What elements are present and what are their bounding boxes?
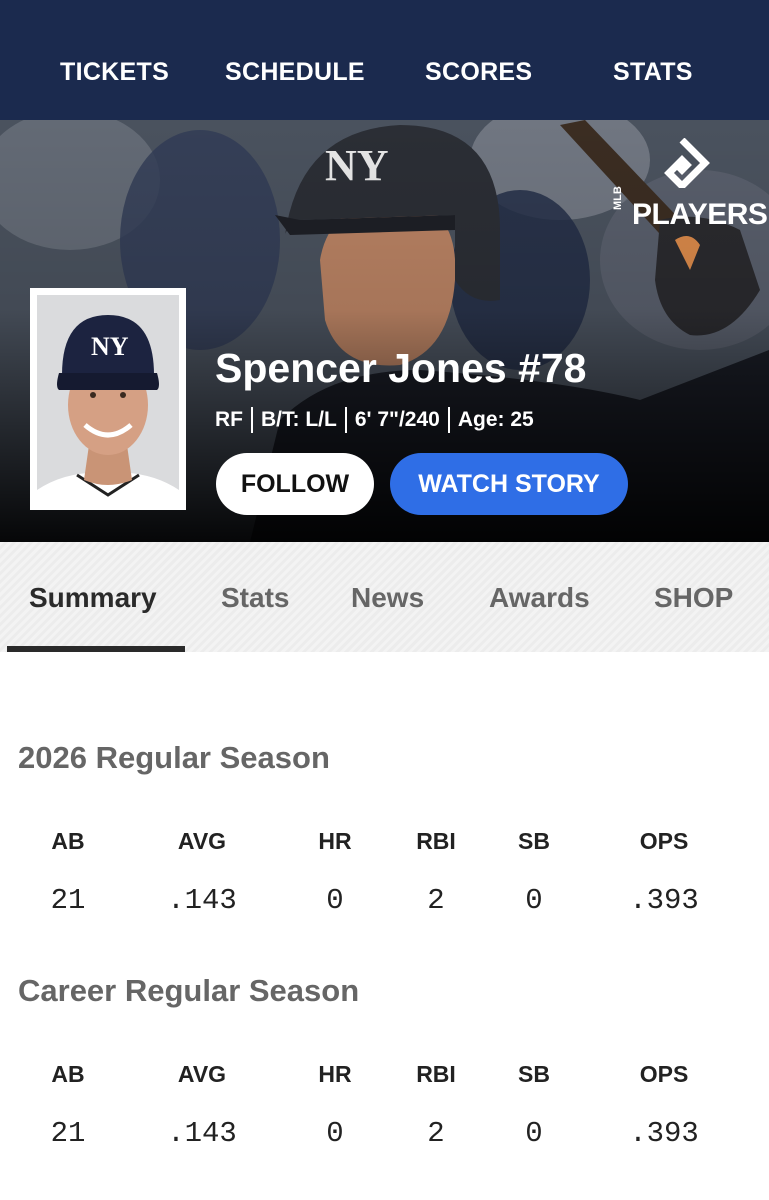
stat-header-hr: HR xyxy=(318,828,352,854)
players-logo-text: PLAYERS xyxy=(632,198,768,231)
stat-value-ab: 21 xyxy=(50,1117,86,1150)
bio-height-weight: 6' 7"/240 xyxy=(354,408,440,431)
bio-bats-throws: B/T: L/L xyxy=(261,408,337,431)
career-title: Career Regular Season xyxy=(18,973,360,1008)
stat-header-ab: AB xyxy=(51,1061,85,1087)
bio-position: RF xyxy=(215,408,243,431)
mlb-players-logo: MLB PLAYERS xyxy=(612,138,768,238)
stat-header-ab: AB xyxy=(51,828,85,854)
stat-header-sb: SB xyxy=(518,1061,550,1087)
player-headshot-image: NY xyxy=(37,295,179,503)
tab-summary[interactable]: Summary xyxy=(29,582,157,614)
stat-value-ab: 21 xyxy=(50,884,86,917)
player-bio-row: RF B/T: L/L 6' 7"/240 Age: 25 xyxy=(215,406,534,434)
nav-scores[interactable]: SCORES xyxy=(425,58,532,87)
bio-age: Age: 25 xyxy=(457,408,534,431)
season-2026-title: 2026 Regular Season xyxy=(18,740,330,775)
bio-divider xyxy=(447,407,450,433)
stat-value-avg: .143 xyxy=(167,884,237,917)
nav-tickets[interactable]: TICKETS xyxy=(60,58,169,87)
stat-value-ops: .393 xyxy=(629,884,699,917)
stat-header-hr: HR xyxy=(318,1061,352,1087)
tab-news[interactable]: News xyxy=(351,582,424,614)
watch-story-button[interactable]: WATCH STORY xyxy=(390,453,628,515)
stat-header-ops: OPS xyxy=(639,1061,689,1087)
stat-value-hr: 0 xyxy=(326,1117,344,1150)
stat-header-avg: AVG xyxy=(177,1061,227,1087)
tab-stats[interactable]: Stats xyxy=(221,582,289,614)
svg-text:NY: NY xyxy=(91,332,129,361)
player-headshot: NY xyxy=(30,288,186,510)
stat-value-rbi: 2 xyxy=(427,884,445,917)
stat-value-avg: .143 xyxy=(167,1117,237,1150)
stat-value-sb: 0 xyxy=(525,1117,543,1150)
mlb-players-diamond-icon xyxy=(664,138,710,188)
mlb-logo-text: MLB xyxy=(612,186,624,210)
tab-shop[interactable]: SHOP xyxy=(654,582,733,614)
stat-header-avg: AVG xyxy=(177,828,227,854)
active-tab-indicator xyxy=(7,646,185,652)
stat-header-rbi: RBI xyxy=(416,828,456,854)
stat-value-rbi: 2 xyxy=(427,1117,445,1150)
tab-awards[interactable]: Awards xyxy=(489,582,590,614)
follow-button[interactable]: FOLLOW xyxy=(216,453,374,515)
player-tabs: Summary Stats News Awards SHOP xyxy=(0,542,769,652)
nav-stats[interactable]: STATS xyxy=(613,58,693,87)
stat-header-sb: SB xyxy=(518,828,550,854)
bio-divider xyxy=(251,407,253,433)
stat-value-ops: .393 xyxy=(629,1117,699,1150)
stat-value-hr: 0 xyxy=(326,884,344,917)
nav-schedule[interactable]: SCHEDULE xyxy=(225,58,365,87)
player-hero-banner: NY MLB PLAYERS NY Spe xyxy=(0,120,769,542)
stat-value-sb: 0 xyxy=(525,884,543,917)
stat-header-rbi: RBI xyxy=(416,1061,456,1087)
player-name: Spencer Jones #78 xyxy=(215,345,587,391)
bio-divider xyxy=(344,407,347,433)
stat-header-ops: OPS xyxy=(639,828,689,854)
top-navigation: TICKETS SCHEDULE SCORES STATS xyxy=(0,0,769,120)
